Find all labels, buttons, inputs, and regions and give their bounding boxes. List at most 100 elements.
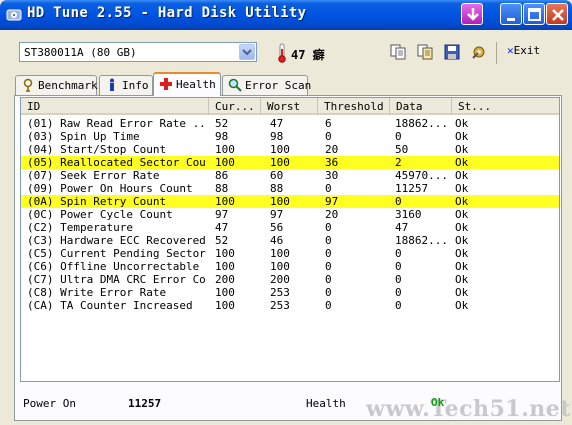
smart-table[interactable]: ID Cur... Worst Threshold Data St... (01… xyxy=(20,97,560,382)
cell-current: 97 xyxy=(215,208,229,221)
cell-id: (0A) Spin Retry Count xyxy=(27,195,167,208)
cell-current: 88 xyxy=(215,182,229,195)
cell-current: 100 xyxy=(215,195,235,208)
column-header-id[interactable]: ID xyxy=(21,98,209,115)
exit-button[interactable]: ✕Exit xyxy=(507,44,540,62)
tab-error-scan-label: Error Scan xyxy=(245,79,312,92)
column-header-worst[interactable]: Worst xyxy=(261,98,318,115)
maximize-icon xyxy=(528,8,541,21)
table-row[interactable]: (0C) Power Cycle Count 97 97 20 3160 Ok xyxy=(21,208,559,221)
cell-data: 45970... xyxy=(395,169,448,182)
cell-status: Ok xyxy=(455,195,469,208)
table-row[interactable]: (C2) Temperature 47 56 0 47 Ok xyxy=(21,221,559,234)
cell-id: (03) Spin Up Time xyxy=(27,130,140,143)
maximize-button[interactable] xyxy=(523,3,545,25)
close-button[interactable] xyxy=(546,3,568,25)
column-header-current[interactable]: Cur... xyxy=(209,98,261,115)
cell-threshold: 0 xyxy=(325,286,332,299)
cell-current: 200 xyxy=(215,273,235,286)
cell-current: 100 xyxy=(215,247,235,260)
cell-threshold: 0 xyxy=(325,247,332,260)
exit-label: Exit xyxy=(513,44,541,57)
cell-worst: 46 xyxy=(270,234,284,247)
table-row[interactable]: (C3) Hardware ECC Recovered... 52 46 0 18862… xyxy=(21,234,559,247)
table-row[interactable]: (C6) Offline Uncorrectable 100 100 0 0 Ok xyxy=(21,260,559,273)
tab-error-scan[interactable]: Error Scan xyxy=(222,75,312,95)
table-row[interactable]: (01) Raw Read Error Rate ... 52 47 6 18862..… xyxy=(21,117,559,130)
benchmark-icon xyxy=(23,78,33,92)
cell-id: (07) Seek Error Rate xyxy=(27,169,160,182)
cell-current: 100 xyxy=(215,286,235,299)
download-button[interactable] xyxy=(461,3,483,25)
cell-id: (C8) Write Error Rate xyxy=(27,286,167,299)
save-icon[interactable] xyxy=(443,43,461,61)
cell-id: (05) Reallocated Sector Cou... xyxy=(27,156,207,169)
cell-worst: 56 xyxy=(270,221,284,234)
table-row[interactable]: (05) Reallocated Sector Cou... 100 100 36 2 O… xyxy=(21,156,559,169)
watermark: www.Tech51.net xyxy=(366,396,571,422)
copy-all-icon[interactable] xyxy=(416,43,434,61)
exit-icon: ✕ xyxy=(507,44,514,57)
column-header-status[interactable]: St... xyxy=(452,98,559,115)
column-header-threshold[interactable]: Threshold xyxy=(318,98,390,115)
tab-health[interactable]: Health xyxy=(153,72,221,96)
info-icon xyxy=(110,78,114,91)
cell-status: Ok xyxy=(455,221,469,234)
cell-id: (C5) Current Pending Sector... xyxy=(27,247,207,260)
table-row[interactable]: (07) Seek Error Rate 86 60 30 45970... Ok xyxy=(21,169,559,182)
cell-threshold: 0 xyxy=(325,221,332,234)
power-on-label: Power On xyxy=(23,397,76,410)
down-arrow-icon xyxy=(467,8,479,21)
table-row[interactable]: (03) Spin Up Time 98 98 0 0 Ok xyxy=(21,130,559,143)
cell-status: Ok xyxy=(455,286,469,299)
drive-select[interactable]: ST380011A (80 GB) xyxy=(19,42,257,62)
cell-data: 0 xyxy=(395,273,402,286)
chevron-down-icon[interactable] xyxy=(239,44,255,60)
table-row[interactable]: (C8) Write Error Rate 100 253 0 0 Ok xyxy=(21,286,559,299)
table-row[interactable]: (C5) Current Pending Sector... 100 100 0 0 Ok xyxy=(21,247,559,260)
tab-benchmark-label: Benchmark xyxy=(38,79,98,92)
table-row[interactable]: (0A) Spin Retry Count 100 100 97 0 Ok xyxy=(21,195,559,208)
cell-threshold: 6 xyxy=(325,117,332,130)
cell-data: 0 xyxy=(395,299,402,312)
cell-status: Ok xyxy=(455,247,469,260)
minimize-button[interactable] xyxy=(500,3,522,25)
cell-id: (C6) Offline Uncorrectable xyxy=(27,260,200,273)
cell-data: 0 xyxy=(395,286,402,299)
cell-threshold: 20 xyxy=(325,208,339,221)
health-label: Health xyxy=(306,397,346,410)
cell-data: 50 xyxy=(395,143,409,156)
cell-data: 0 xyxy=(395,260,402,273)
cell-status: Ok xyxy=(455,208,469,221)
toolbar: ST380011A (80 GB) 47 癖 ✕Exit xyxy=(0,30,572,72)
cell-current: 86 xyxy=(215,169,229,182)
table-row[interactable]: (04) Start/Stop Count 100 100 20 50 Ok xyxy=(21,143,559,156)
tab-benchmark[interactable]: Benchmark xyxy=(15,75,98,95)
cell-data: 18862... xyxy=(395,117,448,130)
cell-worst: 100 xyxy=(270,156,290,169)
toolbar-separator xyxy=(496,42,497,64)
tab-info-label: Info xyxy=(122,79,149,92)
cell-data: 0 xyxy=(395,247,402,260)
cell-worst: 97 xyxy=(270,208,284,221)
cell-worst: 253 xyxy=(270,299,290,312)
cell-data: 11257 xyxy=(395,182,429,195)
cell-worst: 47 xyxy=(270,117,284,130)
column-header-data[interactable]: Data xyxy=(390,98,452,115)
cell-id: (0C) Power Cycle Count xyxy=(27,208,173,221)
power-on-value: 11257 xyxy=(128,397,162,410)
options-icon[interactable] xyxy=(470,43,488,61)
tab-health-label: Health xyxy=(176,78,216,91)
tab-info[interactable]: Info xyxy=(99,75,153,95)
window-title: HD Tune 2.55 - Hard Disk Utility xyxy=(27,5,307,21)
table-row[interactable]: (C7) Ultra DMA CRC Error Co... 200 200 0 0 Ok xyxy=(21,273,559,286)
cell-worst: 200 xyxy=(270,273,290,286)
table-row[interactable]: (CA) TA Counter Increased 100 253 0 0 Ok xyxy=(21,299,559,312)
cell-id: (04) Start/Stop Count xyxy=(27,143,167,156)
cell-threshold: 97 xyxy=(325,195,339,208)
cell-worst: 100 xyxy=(270,247,290,260)
copy-icon[interactable] xyxy=(389,43,407,61)
cell-status: Ok xyxy=(455,182,469,195)
cell-worst: 60 xyxy=(270,169,284,182)
table-row[interactable]: (09) Power On Hours Count 88 88 0 11257 Ok xyxy=(21,182,559,195)
